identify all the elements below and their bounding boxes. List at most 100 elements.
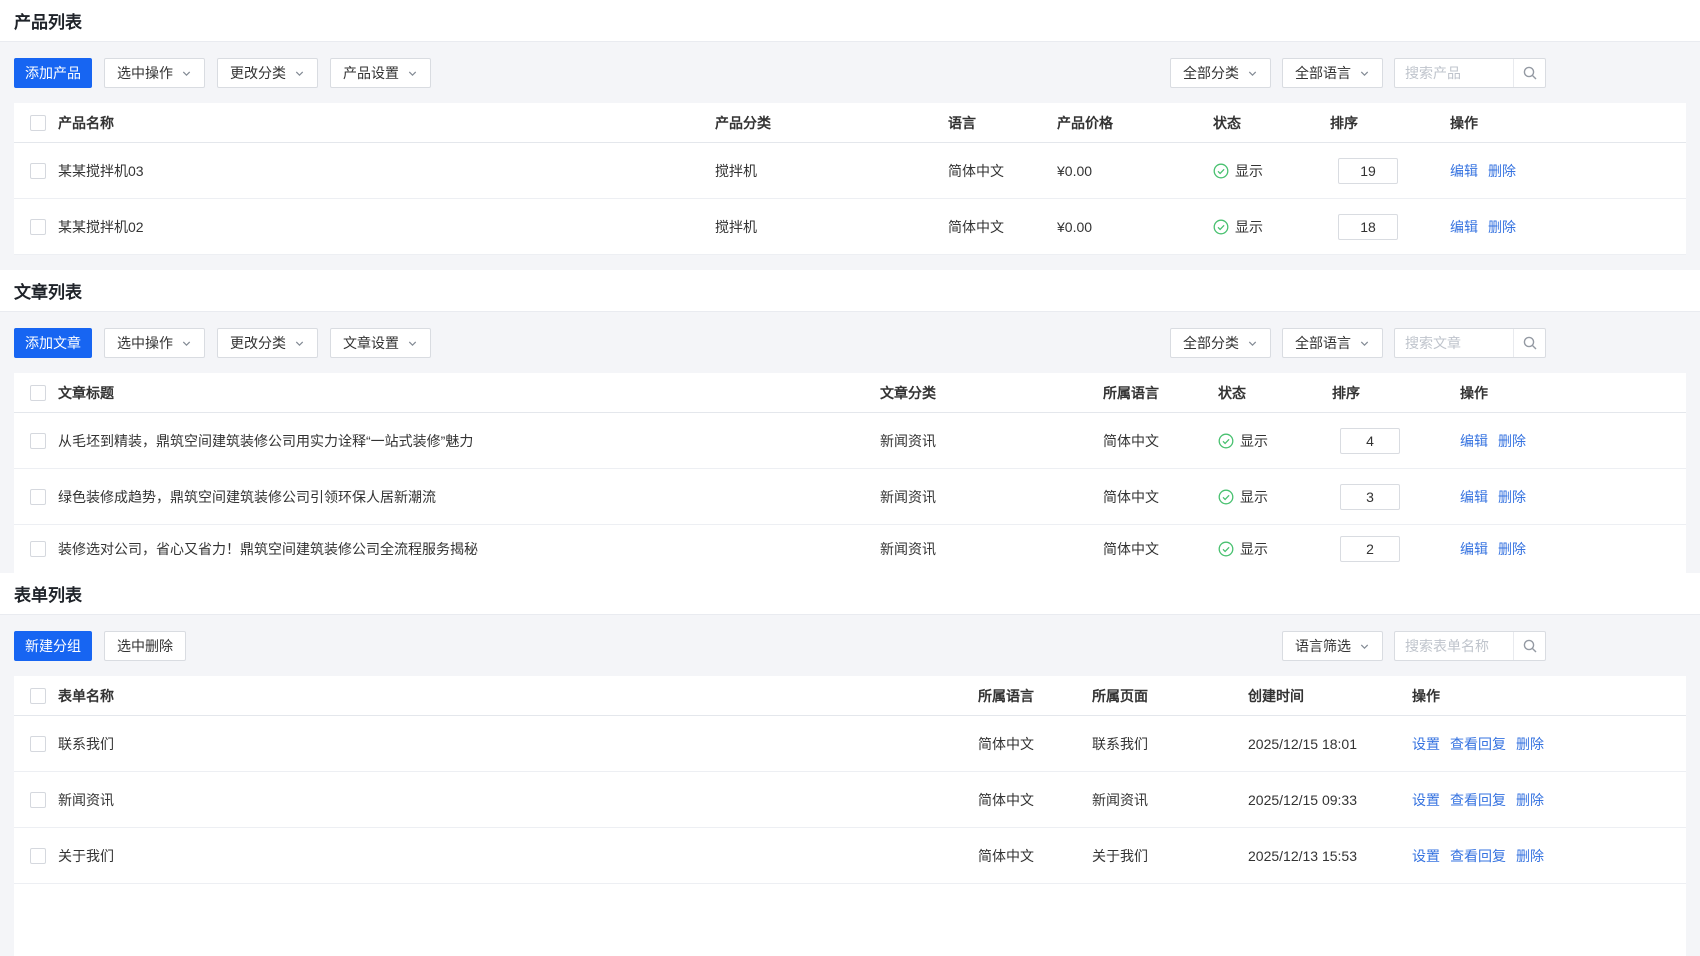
form-search-input[interactable] <box>1395 632 1513 660</box>
status-label: 显示 <box>1240 539 1268 559</box>
edit-link[interactable]: 编辑 <box>1450 161 1478 181</box>
sort-input[interactable] <box>1340 428 1400 454</box>
search-icon[interactable] <box>1513 329 1545 357</box>
delete-link[interactable]: 删除 <box>1516 846 1544 866</box>
table-row: 装修选对公司，省心又省力！鼎筑空间建筑装修公司全流程服务揭秘新闻资讯简体中文显示… <box>14 525 1686 573</box>
change-category-dropdown[interactable]: 更改分类 <box>217 58 318 88</box>
sort-cell <box>1332 536 1460 562</box>
language-filter-dropdown[interactable]: 语言筛选 <box>1282 631 1383 661</box>
chevron-down-icon <box>407 68 418 79</box>
settings-link[interactable]: 设置 <box>1412 846 1440 866</box>
selected-actions-dropdown[interactable]: 选中操作 <box>104 328 205 358</box>
table-header-row: 产品名称产品分类语言产品价格状态排序操作 <box>14 103 1686 143</box>
all-categories-filter-dropdown[interactable]: 全部分类 <box>1170 328 1271 358</box>
sort-input[interactable] <box>1340 536 1400 562</box>
view-replies-link[interactable]: 查看回复 <box>1450 734 1506 754</box>
delete-link[interactable]: 删除 <box>1516 790 1544 810</box>
table-row: 某某搅拌机03搅拌机简体中文¥0.00显示编辑删除 <box>14 143 1686 199</box>
delete-link[interactable]: 删除 <box>1498 431 1526 451</box>
forms-table: 表单名称所属语言所属页面创建时间操作联系我们简体中文联系我们2025/12/15… <box>14 676 1686 956</box>
row-checkbox[interactable] <box>30 848 46 864</box>
change-category-dropdown[interactable]: 更改分类 <box>217 328 318 358</box>
selected-actions-dropdown[interactable]: 选中操作 <box>104 58 205 88</box>
row-checkbox[interactable] <box>30 792 46 808</box>
delete-link[interactable]: 删除 <box>1488 161 1516 181</box>
edit-link[interactable]: 编辑 <box>1460 539 1488 559</box>
forms-section-title: 表单列表 <box>14 581 82 606</box>
forms-section-body: 新建分组 选中删除 语言筛选 表单名称所属语言所属页面创建时间操作联系我们简体中… <box>0 615 1700 956</box>
article-search-input[interactable] <box>1395 329 1513 357</box>
status-cell: 显示 <box>1218 539 1332 559</box>
table-header-row: 文章标题文章分类所属语言状态排序操作 <box>14 373 1686 413</box>
delete-link[interactable]: 删除 <box>1516 734 1544 754</box>
name-cell: 关于我们 <box>58 846 978 866</box>
name-cell: 联系我们 <box>58 734 978 754</box>
actions-cell: 编辑删除 <box>1460 539 1686 559</box>
row-checkbox-cell <box>14 848 58 864</box>
add-product-button[interactable]: 添加产品 <box>14 58 92 88</box>
actions-cell: 设置查看回复删除 <box>1412 734 1686 754</box>
column-header: 产品分类 <box>715 113 948 133</box>
header-checkbox-cell <box>14 385 58 401</box>
header-checkbox-cell <box>14 115 58 131</box>
add-article-button[interactable]: 添加文章 <box>14 328 92 358</box>
all-languages-filter-dropdown[interactable]: 全部语言 <box>1282 328 1383 358</box>
row-checkbox[interactable] <box>30 163 46 179</box>
dropdown-label: 全部语言 <box>1295 63 1351 83</box>
name-cell: 绿色装修成趋势，鼎筑空间建筑装修公司引领环保人居新潮流 <box>58 487 880 507</box>
delete-link[interactable]: 删除 <box>1498 539 1526 559</box>
sort-input[interactable] <box>1340 484 1400 510</box>
price-cell: ¥0.00 <box>1057 163 1213 179</box>
column-header: 操作 <box>1450 113 1686 133</box>
forms-toolbar-right: 语言筛选 <box>1282 631 1546 661</box>
row-checkbox[interactable] <box>30 219 46 235</box>
edit-link[interactable]: 编辑 <box>1450 217 1478 237</box>
check-circle-icon <box>1213 163 1229 179</box>
search-icon[interactable] <box>1513 59 1545 87</box>
select-all-checkbox[interactable] <box>30 688 46 704</box>
column-header: 操作 <box>1460 383 1686 403</box>
all-categories-filter-dropdown[interactable]: 全部分类 <box>1170 58 1271 88</box>
search-icon[interactable] <box>1513 632 1545 660</box>
article-settings-dropdown[interactable]: 文章设置 <box>330 328 431 358</box>
dropdown-label: 全部分类 <box>1183 333 1239 353</box>
check-circle-icon <box>1218 541 1234 557</box>
all-languages-filter-dropdown[interactable]: 全部语言 <box>1282 58 1383 88</box>
view-replies-link[interactable]: 查看回复 <box>1450 846 1506 866</box>
product-search-box <box>1394 58 1546 88</box>
check-circle-icon <box>1218 489 1234 505</box>
new-group-button[interactable]: 新建分组 <box>14 631 92 661</box>
edit-link[interactable]: 编辑 <box>1460 431 1488 451</box>
actions-cell: 编辑删除 <box>1450 217 1686 237</box>
row-checkbox[interactable] <box>30 736 46 752</box>
product-settings-dropdown[interactable]: 产品设置 <box>330 58 431 88</box>
delete-link[interactable]: 删除 <box>1498 487 1526 507</box>
view-replies-link[interactable]: 查看回复 <box>1450 790 1506 810</box>
column-header: 所属页面 <box>1092 686 1248 706</box>
row-checkbox[interactable] <box>30 489 46 505</box>
settings-link[interactable]: 设置 <box>1412 790 1440 810</box>
category-cell: 搅拌机 <box>715 161 948 181</box>
delete-selected-button[interactable]: 选中删除 <box>104 631 186 661</box>
name-cell: 新闻资讯 <box>58 790 978 810</box>
sort-input[interactable] <box>1338 214 1398 240</box>
forms-toolbar: 新建分组 选中删除 语言筛选 <box>14 631 1686 661</box>
dropdown-label: 产品设置 <box>343 63 399 83</box>
settings-link[interactable]: 设置 <box>1412 734 1440 754</box>
products-section-title: 产品列表 <box>14 8 82 33</box>
select-all-checkbox[interactable] <box>30 115 46 131</box>
edit-link[interactable]: 编辑 <box>1460 487 1488 507</box>
delete-link[interactable]: 删除 <box>1488 217 1516 237</box>
chevron-down-icon <box>1247 338 1258 349</box>
status-label: 显示 <box>1235 217 1263 237</box>
time-cell: 2025/12/13 15:53 <box>1248 848 1412 864</box>
sort-input[interactable] <box>1338 158 1398 184</box>
row-checkbox[interactable] <box>30 541 46 557</box>
product-search-input[interactable] <box>1395 59 1513 87</box>
column-header: 语言 <box>948 113 1057 133</box>
table-row: 从毛坯到精装，鼎筑空间建筑装修公司用实力诠释“一站式装修”魅力新闻资讯简体中文显… <box>14 413 1686 469</box>
select-all-checkbox[interactable] <box>30 385 46 401</box>
articles-section-body: 添加文章 选中操作 更改分类 文章设置 全部分类 <box>0 312 1700 573</box>
row-checkbox[interactable] <box>30 433 46 449</box>
sort-cell <box>1332 428 1460 454</box>
